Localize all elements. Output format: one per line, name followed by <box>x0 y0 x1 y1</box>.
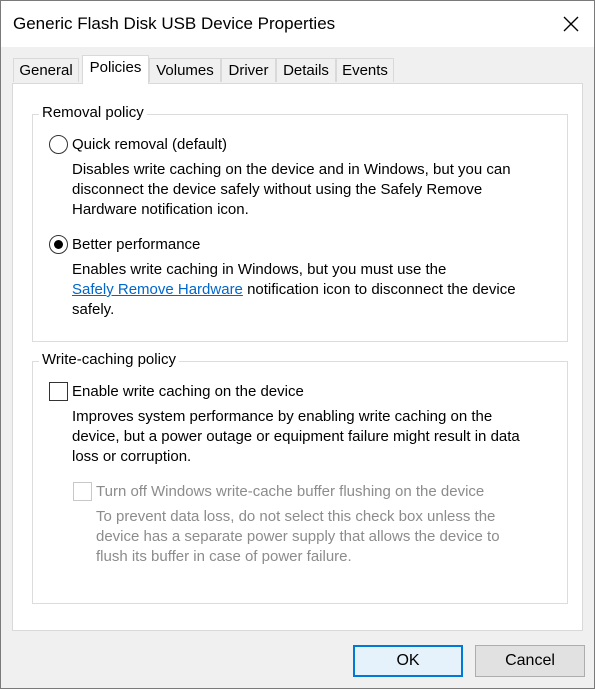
enable-write-caching-checkbox[interactable] <box>49 382 68 401</box>
better-performance-description: Enables write caching in Windows, but yo… <box>72 260 552 320</box>
enable-write-caching-desc-line: device, but a power outage or equipment … <box>72 428 520 445</box>
title-bar: Generic Flash Disk USB Device Properties <box>1 1 594 47</box>
policies-panel: Removal policy Quick removal (default) D… <box>12 83 583 631</box>
quick-removal-label[interactable]: Quick removal (default) <box>72 136 227 153</box>
tab-events[interactable]: Events <box>336 58 394 82</box>
write-caching-policy-group: Write-caching policy Enable write cachin… <box>32 351 568 604</box>
better-performance-desc-line: safely. <box>72 301 115 318</box>
cancel-button[interactable]: Cancel <box>475 645 585 677</box>
enable-write-caching-label[interactable]: Enable write caching on the device <box>72 383 304 400</box>
turn-off-flushing-description: To prevent data loss, do not select this… <box>96 507 556 567</box>
tab-general[interactable]: General <box>13 58 79 82</box>
better-performance-label[interactable]: Better performance <box>72 236 200 253</box>
enable-write-caching-description: Improves system performance by enabling … <box>72 407 552 467</box>
turn-off-flushing-label[interactable]: Turn off Windows write-cache buffer flus… <box>96 483 484 500</box>
better-performance-desc-line: Safely Remove Hardware notification icon… <box>72 280 552 300</box>
quick-removal-radio[interactable] <box>49 135 68 154</box>
enable-write-caching-desc-line: Improves system performance by enabling … <box>72 408 493 425</box>
removal-policy-group: Removal policy Quick removal (default) D… <box>32 104 568 342</box>
enable-write-caching-desc-line: loss or corruption. <box>72 448 192 465</box>
properties-dialog: Generic Flash Disk USB Device Properties… <box>0 0 595 689</box>
tab-driver[interactable]: Driver <box>221 58 276 82</box>
turn-off-flushing-desc-line: To prevent data loss, do not select this… <box>96 508 496 525</box>
quick-removal-desc-line: Hardware notification icon. <box>72 201 249 218</box>
turn-off-flushing-desc-line: device has a separate power supply that … <box>96 528 500 545</box>
ok-button[interactable]: OK <box>353 645 463 677</box>
quick-removal-description: Disables write caching on the device and… <box>72 160 552 220</box>
quick-removal-desc-line: Disables write caching on the device and… <box>72 161 511 178</box>
window-title: Generic Flash Disk USB Device Properties <box>13 14 336 33</box>
quick-removal-desc-line: disconnect the device safely without usi… <box>72 181 483 198</box>
better-performance-desc-line: Enables write caching in Windows, but yo… <box>72 261 447 278</box>
better-performance-radio[interactable] <box>49 235 68 254</box>
better-performance-desc-text: notification icon to disconnect the devi… <box>242 281 516 298</box>
turn-off-flushing-checkbox[interactable] <box>73 482 92 501</box>
tab-details[interactable]: Details <box>276 58 336 82</box>
tab-policies[interactable]: Policies <box>82 55 149 84</box>
close-button[interactable] <box>548 1 594 47</box>
radio-selected-dot <box>54 240 63 249</box>
turn-off-flushing-desc-line: flush its buffer in case of power failur… <box>96 548 352 565</box>
safely-remove-hardware-link[interactable]: Safely Remove Hardware <box>72 281 243 298</box>
close-icon <box>563 16 579 32</box>
tab-volumes[interactable]: Volumes <box>149 58 221 82</box>
write-caching-policy-title: Write-caching policy <box>39 351 179 368</box>
removal-policy-title: Removal policy <box>39 104 147 121</box>
